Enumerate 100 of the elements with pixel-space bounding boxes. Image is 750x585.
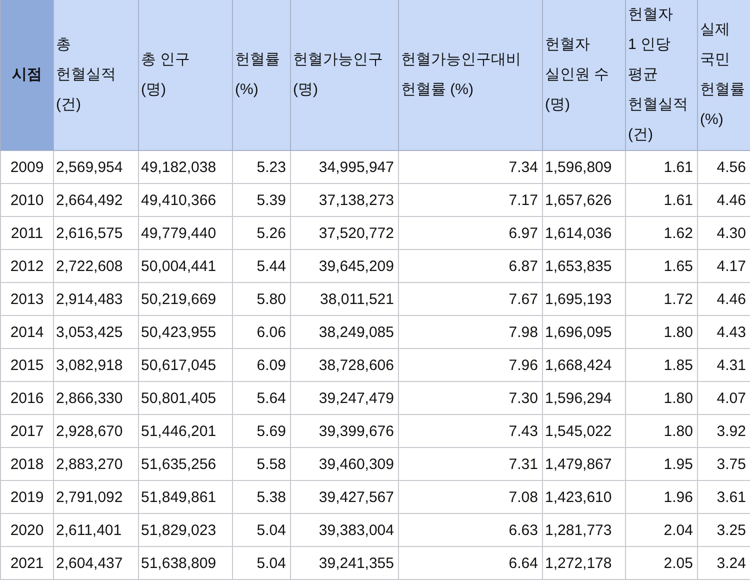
table-cell: 5.04 — [232, 514, 290, 546]
table-cell: 7.43 — [398, 414, 542, 448]
table-cell: 2015 — [0, 348, 54, 382]
table-cell: 2,883,270 — [54, 448, 138, 480]
table-cell: 1,653,835 — [542, 250, 626, 282]
table-cell: 1,657,626 — [542, 184, 626, 216]
table-cell: 1,596,809 — [542, 150, 626, 184]
table-cell: 39,247,479 — [290, 382, 398, 414]
table-cell: 5.26 — [232, 216, 290, 250]
table-cell: 7.67 — [398, 282, 542, 316]
table-cell: 1,596,294 — [542, 382, 626, 414]
table-cell: 1,696,095 — [542, 316, 626, 348]
column-header: 헌혈가능인구대비 헌혈률 (%) — [401, 50, 521, 100]
table-cell: 51,849,861 — [138, 480, 232, 514]
table-cell: 2021 — [0, 546, 54, 580]
table-cell: 5.80 — [232, 282, 290, 316]
column-header: 헌혈자 1 인당 평균 헌혈실적 (건) — [628, 5, 688, 145]
table-cell: 6.09 — [232, 348, 290, 382]
table-cell: 1.61 — [626, 184, 698, 216]
column-header: 헌혈가능인구 (명) — [293, 50, 383, 100]
table-cell: 2,791,092 — [54, 480, 138, 514]
table-cell: 1.95 — [626, 448, 698, 480]
table-cell: 50,617,045 — [138, 348, 232, 382]
table-cell: 1,479,867 — [542, 448, 626, 480]
table-cell: 6.06 — [232, 316, 290, 348]
table-cell: 2011 — [0, 216, 54, 250]
table-cell: 5.69 — [232, 414, 290, 448]
table-cell: 2016 — [0, 382, 54, 414]
table-cell: 1.62 — [626, 216, 698, 250]
table-cell: 2009 — [0, 150, 54, 184]
table-cell: 49,779,440 — [138, 216, 232, 250]
table-cell: 7.98 — [398, 316, 542, 348]
table-cell: 3,082,918 — [54, 348, 138, 382]
table-cell: 1,281,773 — [542, 514, 626, 546]
table-cell: 1.61 — [626, 150, 698, 184]
table-cell: 7.17 — [398, 184, 542, 216]
table-cell: 1.72 — [626, 282, 698, 316]
table-cell: 7.96 — [398, 348, 542, 382]
table-cell: 34,995,947 — [290, 150, 398, 184]
table-cell: 2,928,670 — [54, 414, 138, 448]
table-cell: 39,241,355 — [290, 546, 398, 580]
column-header: 실제 국민 헌혈률 (%) — [700, 20, 745, 130]
column-header: 헌혈자 실인원 수 (명) — [545, 35, 610, 115]
table-cell: 1.80 — [626, 414, 698, 448]
table-cell: 2,722,608 — [54, 250, 138, 282]
table-cell: 1,272,178 — [542, 546, 626, 580]
table-cell: 5.64 — [232, 382, 290, 414]
table-cell: 1.85 — [626, 348, 698, 382]
table-cell: 5.39 — [232, 184, 290, 216]
table-cell: 1,545,022 — [542, 414, 626, 448]
table-cell: 39,427,567 — [290, 480, 398, 514]
table-cell: 2.05 — [626, 546, 698, 580]
table-cell: 51,638,809 — [138, 546, 232, 580]
table-cell: 5.38 — [232, 480, 290, 514]
table-cell: 38,249,085 — [290, 316, 398, 348]
table-cell: 1.65 — [626, 250, 698, 282]
table-cell: 1,668,424 — [542, 348, 626, 382]
table-cell: 39,460,309 — [290, 448, 398, 480]
table-cell: 51,635,256 — [138, 448, 232, 480]
table-cell: 1,695,193 — [542, 282, 626, 316]
column-header: 헌혈률 (%) — [235, 50, 280, 100]
table-cell: 38,011,521 — [290, 282, 398, 316]
table-cell: 2020 — [0, 514, 54, 546]
column-header: 총 인구 (명) — [141, 50, 190, 100]
table-cell: 2,569,954 — [54, 150, 138, 184]
table-cell: 5.23 — [232, 150, 290, 184]
table-cell: 2017 — [0, 414, 54, 448]
table-cell: 1,423,610 — [542, 480, 626, 514]
table-cell: 50,423,955 — [138, 316, 232, 348]
table-cell: 50,801,405 — [138, 382, 232, 414]
table-cell: 38,728,606 — [290, 348, 398, 382]
table-cell: 2,604,437 — [54, 546, 138, 580]
table-cell: 39,645,209 — [290, 250, 398, 282]
table-cell: 6.63 — [398, 514, 542, 546]
table-cell: 2,611,401 — [54, 514, 138, 546]
table-cell: 37,138,273 — [290, 184, 398, 216]
table-cell: 7.31 — [398, 448, 542, 480]
table-cell: 6.64 — [398, 546, 542, 580]
table-cell: 7.08 — [398, 480, 542, 514]
table-cell: 50,219,669 — [138, 282, 232, 316]
table-cell: 6.87 — [398, 250, 542, 282]
table-cell: 51,829,023 — [138, 514, 232, 546]
table-cell: 2,664,492 — [54, 184, 138, 216]
table-cell: 2,866,330 — [54, 382, 138, 414]
table-cell: 2,616,575 — [54, 216, 138, 250]
table-cell: 2010 — [0, 184, 54, 216]
table-cell: 1.80 — [626, 316, 698, 348]
table-cell: 50,004,441 — [138, 250, 232, 282]
table-cell: 1,614,036 — [542, 216, 626, 250]
table-cell: 3,053,425 — [54, 316, 138, 348]
table-cell: 39,383,004 — [290, 514, 398, 546]
table-cell: 49,410,366 — [138, 184, 232, 216]
table-cell: 2018 — [0, 448, 54, 480]
table-cell: 51,446,201 — [138, 414, 232, 448]
table-cell: 2014 — [0, 316, 54, 348]
table-cell: 5.04 — [232, 546, 290, 580]
column-header: 시점 — [12, 65, 42, 85]
column-header: 총 헌혈실적 (건) — [56, 35, 116, 115]
table-cell: 1.96 — [626, 480, 698, 514]
table-cell: 49,182,038 — [138, 150, 232, 184]
